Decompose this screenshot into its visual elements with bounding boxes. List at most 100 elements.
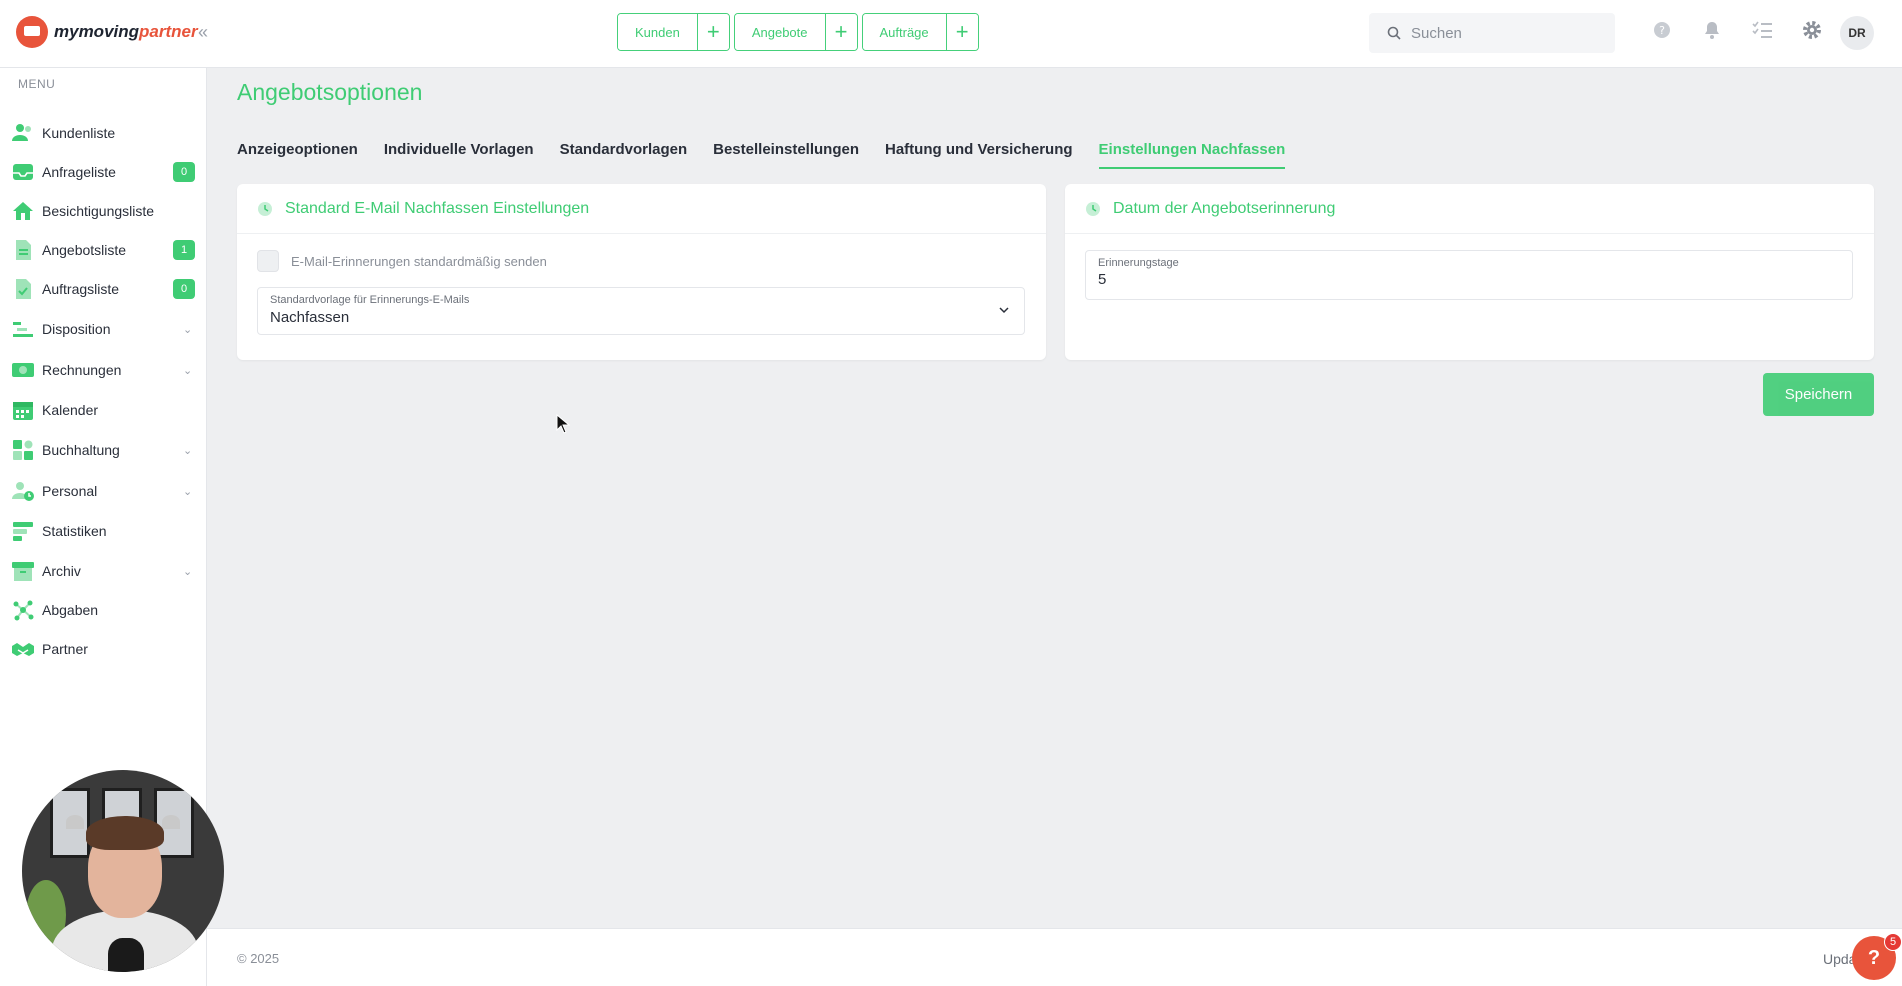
send-reminders-checkbox[interactable] [257,250,279,272]
chevron-down-icon: ⌄ [183,565,193,578]
tab-bestelleinstellungen[interactable]: Bestelleinstellungen [713,141,859,169]
sidebar-item-buchhaltung[interactable]: Buchhaltung ⌄ [0,433,207,467]
sidebar-item-label: Kundenliste [42,125,116,141]
tab-einstellungen-nachfassen[interactable]: Einstellungen Nachfassen [1098,141,1286,169]
user-avatar[interactable]: DR [1840,16,1874,50]
quick-action-kunden: Kunden + [617,13,730,51]
reminder-days-input[interactable] [1098,271,1840,288]
sidebar-item-statistiken[interactable]: Statistiken [0,514,207,548]
brand-logo[interactable]: mymovingpartner [16,16,198,48]
bell-icon[interactable] [1700,18,1724,42]
reminder-days-field: Erinnerungstage [1085,250,1853,300]
chevron-down-icon [999,307,1009,314]
sidebar-item-anfrageliste[interactable]: Anfrageliste 0 [0,155,207,189]
sidebar-item-label: Archiv [42,563,81,579]
document-icon [16,240,31,260]
stats-icon [13,522,33,541]
chevron-down-icon: ⌄ [183,444,193,457]
gear-icon[interactable] [1800,18,1824,42]
kunden-button[interactable]: Kunden [618,14,697,50]
users-icon [12,124,31,141]
clock-icon [258,201,272,216]
auftraege-button[interactable]: Aufträge [862,14,946,50]
person-clock-icon [12,482,34,501]
angebote-button[interactable]: Angebote [734,14,825,50]
sidebar-item-angebotsliste[interactable]: Angebotsliste 1 [0,233,207,267]
footer: © 2025 Upda [207,928,1902,986]
quick-actions: Kunden + Angebote + Aufträge + [617,13,979,51]
webcam-overlay [22,770,224,972]
mouse-cursor-icon [556,414,570,434]
input-label: Erinnerungstage [1098,257,1179,269]
house-icon [13,202,33,220]
sidebar-item-archiv[interactable]: Archiv ⌄ [0,554,207,588]
sidebar-item-disposition[interactable]: Disposition ⌄ [0,312,207,346]
grid-icon [13,440,33,460]
sidebar-item-besichtigungsliste[interactable]: Besichtigungsliste [0,194,207,228]
sidebar-item-label: Anfrageliste [42,164,116,180]
save-button[interactable]: Speichern [1763,373,1874,416]
email-reminder-option: E-Mail-Erinnerungen standardmäßig senden [257,250,547,272]
add-kunde-button[interactable]: + [696,14,729,50]
select-label: Standardvorlage für Erinnerungs-E-Mails [270,294,470,306]
tab-haftung-und-versicherung[interactable]: Haftung und Versicherung [885,141,1073,169]
email-followup-card: Standard E-Mail Nachfassen Einstellungen… [237,184,1046,360]
reminder-date-card: Datum der Angebotserinnerung Erinnerungs… [1065,184,1874,360]
sidebar-item-kalender[interactable]: Kalender [0,393,207,427]
sidebar-item-label: Kalender [42,402,99,418]
search-icon [1387,26,1401,40]
cam-lamp [66,815,84,829]
sidebar-item-abgaben[interactable]: Abgaben [0,593,207,627]
chevron-down-icon: ⌄ [183,323,193,336]
money-icon [12,363,34,377]
clock-icon [1086,201,1100,216]
search-box [1369,13,1615,53]
add-angebot-button[interactable]: + [824,14,857,50]
cam-lamp [162,815,180,829]
checkbox-label: E-Mail-Erinnerungen standardmäßig senden [291,253,547,269]
cam-microphone [108,938,144,972]
sidebar-item-label: Abgaben [42,602,99,618]
sidebar-item-rechnungen[interactable]: Rechnungen ⌄ [0,353,207,387]
sidebar-item-label: Angebotsliste [42,242,127,258]
tab-standardvorlagen[interactable]: Standardvorlagen [560,141,688,169]
card-header: Standard E-Mail Nachfassen Einstellungen [237,184,1046,234]
help-circle-icon[interactable]: ? [1650,18,1674,42]
svg-text:?: ? [1659,24,1665,37]
sidebar-item-partner[interactable]: Partner [0,632,207,666]
menu-title: MENU [18,77,56,91]
tab-individuelle-vorlagen[interactable]: Individuelle Vorlagen [384,141,534,169]
sidebar-item-personal[interactable]: Personal ⌄ [0,474,207,508]
brand-name: mymovingpartner [54,22,198,42]
handshake-icon [12,643,34,656]
brand-name-part2: partner [139,22,198,41]
sidebar-item-kundenliste[interactable]: Kundenliste [0,116,207,150]
sidebar-item-label: Rechnungen [42,362,122,378]
count-badge: 0 [173,279,195,299]
page-title: Angebotsoptionen [237,79,423,105]
chevron-down-icon: ⌄ [183,485,193,498]
sidebar-item-auftragsliste[interactable]: Auftragsliste 0 [0,272,207,306]
quick-action-angebote: Angebote + [733,13,858,51]
top-icons: ? [1650,18,1824,42]
sidebar-item-label: Statistiken [42,523,107,539]
tab-anzeigeoptionen[interactable]: Anzeigeoptionen [237,141,358,169]
logo-icon [16,16,48,48]
collapse-sidebar-icon[interactable]: « [198,22,208,43]
add-auftrag-button[interactable]: + [945,14,978,50]
sidebar-item-label: Auftragsliste [42,281,120,297]
checklist-icon[interactable] [1750,18,1774,42]
search-input[interactable] [1411,24,1591,42]
quick-action-auftraege: Aufträge + [861,13,979,51]
card-header: Datum der Angebotserinnerung [1065,184,1874,234]
network-icon [13,600,34,621]
count-badge: 0 [173,162,195,182]
select-value: Nachfassen [270,309,350,326]
reminder-template-select[interactable]: Standardvorlage für Erinnerungs-E-Mails … [257,287,1025,335]
cam-person-hair [86,816,164,850]
settings-tabs: Anzeigeoptionen Individuelle Vorlagen St… [237,141,1286,169]
help-count-badge: 5 [1884,933,1902,951]
dispatch-icon [13,322,33,337]
card-title: Datum der Angebotserinnerung [1113,199,1336,217]
brand-name-part1: mymoving [54,22,140,41]
